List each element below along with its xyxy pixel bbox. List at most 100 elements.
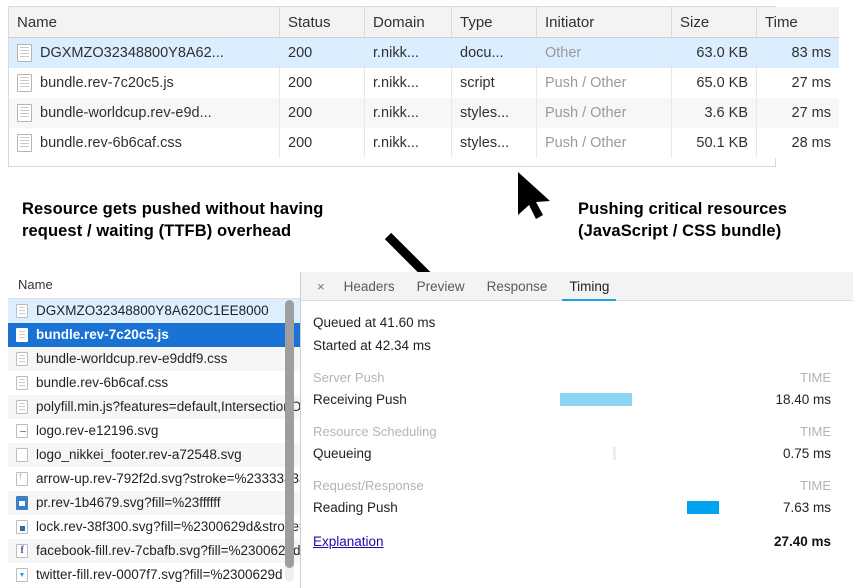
list-item[interactable]: arrow-up.rev-792f2d.svg?stroke=%23333333 (8, 467, 300, 491)
cell-size: 63.0 KB (672, 38, 757, 69)
request-list-pane[interactable]: Name DGXMZO32348800Y8A620C1EE8000 bundle… (8, 272, 301, 588)
arrow-up-icon (16, 472, 28, 486)
timing-bar-reading-push (687, 501, 719, 514)
annotation-left-line1: Resource gets pushed without having (22, 198, 422, 220)
list-item[interactable]: lock.rev-38f300.svg?fill=%2300629d&strok… (8, 515, 300, 539)
list-item[interactable]: bundle-worldcup.rev-e9ddf9.css (8, 347, 300, 371)
table-row[interactable]: bundle-worldcup.rev-e9d... 200 r.nikk...… (9, 98, 839, 128)
column-header-size[interactable]: Size (672, 7, 757, 38)
table-row[interactable]: bundle.rev-7c20c5.js 200 r.nikk... scrip… (9, 68, 839, 98)
explanation-link[interactable]: Explanation (313, 534, 384, 549)
cell-name: DGXMZO32348800Y8A62... (9, 38, 280, 69)
list-item-label: polyfill.min.js?features=default,Interse… (36, 395, 300, 419)
annotation-right: Pushing critical resources (JavaScript /… (578, 198, 858, 243)
column-header-type[interactable]: Type (452, 7, 537, 38)
cell-initiator: Other (537, 38, 672, 69)
cell-domain: r.nikk... (365, 68, 452, 98)
timing-row-label: Receiving Push (313, 392, 461, 407)
request-detail-pane: × Headers Preview Response Timing Queued… (301, 272, 853, 588)
close-icon[interactable]: × (309, 272, 333, 300)
cell-domain: r.nikk... (365, 128, 452, 158)
list-item[interactable]: DGXMZO32348800Y8A620C1EE8000 (8, 299, 300, 323)
list-item-label: facebook-fill.rev-7cbafb.svg?fill=%23006… (36, 539, 300, 563)
document-icon (16, 328, 28, 342)
scrollbar-thumb[interactable] (285, 300, 294, 568)
tab-timing[interactable]: Timing (558, 272, 620, 300)
network-table-header: Name Status Domain Type Initiator Size T… (9, 7, 839, 38)
timing-row-receiving-push: Receiving Push 18.40 ms (313, 388, 831, 411)
cell-initiator: Push / Other (537, 98, 672, 128)
cell-name: bundle.rev-6b6caf.css (9, 128, 280, 158)
list-item-label: DGXMZO32348800Y8A620C1EE8000 (36, 299, 269, 323)
annotation-left: Resource gets pushed without having requ… (22, 198, 422, 243)
annotation-right-line1: Pushing critical resources (578, 198, 858, 220)
list-item[interactable]: pr.rev-1b4679.svg?fill=%23ffffff (8, 491, 300, 515)
cell-name: bundle.rev-7c20c5.js (9, 68, 280, 98)
network-table: Name Status Domain Type Initiator Size T… (9, 7, 839, 158)
document-icon (17, 134, 32, 152)
column-header-time[interactable]: Time (757, 7, 840, 38)
column-header-name[interactable]: Name (9, 7, 280, 38)
timing-total-value: 27.40 ms (751, 534, 831, 549)
timing-row-track (461, 442, 751, 465)
list-item-label: arrow-up.rev-792f2d.svg?stroke=%23333333 (36, 467, 300, 491)
cell-time: 28 ms (757, 128, 840, 158)
document-icon (17, 44, 32, 62)
network-requests-table[interactable]: Name Status Domain Type Initiator Size T… (8, 6, 776, 167)
cell-type: styles... (452, 98, 537, 128)
cell-time: 83 ms (757, 38, 840, 69)
list-item[interactable]: bundle.rev-7c20c5.js (8, 323, 300, 347)
cell-type: docu... (452, 38, 537, 69)
list-item[interactable]: facebook-fill.rev-7cbafb.svg?fill=%23006… (8, 539, 300, 563)
timing-group-time-header: TIME (751, 370, 831, 385)
request-name: DGXMZO32348800Y8A62... (40, 45, 224, 61)
facebook-icon (16, 544, 28, 558)
list-item-label: bundle-worldcup.rev-e9ddf9.css (36, 347, 227, 371)
request-list-header[interactable]: Name (8, 272, 300, 299)
request-list[interactable]: DGXMZO32348800Y8A620C1EE8000 bundle.rev-… (8, 299, 300, 588)
image-blank-icon (16, 448, 28, 462)
table-row[interactable]: bundle.rev-6b6caf.css 200 r.nikk... styl… (9, 128, 839, 158)
table-header-row: Name Status Domain Type Initiator Size T… (9, 7, 839, 38)
request-list-scrollbar[interactable] (285, 300, 294, 582)
cell-name: bundle-worldcup.rev-e9d... (9, 98, 280, 128)
annotation-left-line2: request / waiting (TTFB) overhead (22, 220, 422, 242)
list-item-label: lock.rev-38f300.svg?fill=%2300629d&strok… (36, 515, 300, 539)
cell-domain: r.nikk... (365, 38, 452, 69)
document-icon (17, 74, 32, 92)
timing-row-time: 0.75 ms (751, 446, 831, 461)
pr-icon (16, 496, 28, 510)
cell-type: script (452, 68, 537, 98)
column-header-domain[interactable]: Domain (365, 7, 452, 38)
list-item[interactable]: logo.rev-e12196.svg (8, 419, 300, 443)
document-icon (16, 400, 28, 414)
table-row[interactable]: DGXMZO32348800Y8A62... 200 r.nikk... doc… (9, 38, 839, 69)
list-item[interactable]: logo_nikkei_footer.rev-a72548.svg (8, 443, 300, 467)
timing-group-header-resource-scheduling: Resource Scheduling TIME (313, 420, 831, 442)
list-item[interactable]: twitter-fill.rev-0007f7.svg?fill=%230062… (8, 563, 300, 587)
timing-total-row: Explanation 27.40 ms (313, 530, 831, 553)
timing-group-header-request-response: Request/Response TIME (313, 474, 831, 496)
document-icon (16, 376, 28, 390)
cell-status: 200 (280, 128, 365, 158)
column-header-initiator[interactable]: Initiator (537, 7, 672, 38)
timing-row-queueing: Queueing 0.75 ms (313, 442, 831, 465)
cell-type: styles... (452, 128, 537, 158)
cell-initiator: Push / Other (537, 68, 672, 98)
request-name: bundle.rev-7c20c5.js (40, 75, 174, 91)
tab-response[interactable]: Response (476, 272, 559, 300)
timing-queued-at: Queued at 41.60 ms (313, 311, 853, 334)
tab-preview[interactable]: Preview (406, 272, 476, 300)
list-item-label: pr.rev-1b4679.svg?fill=%23ffffff (36, 491, 221, 515)
mouse-cursor-icon (518, 172, 550, 219)
timing-started-at: Started at 42.34 ms (313, 334, 853, 357)
tab-headers[interactable]: Headers (333, 272, 406, 300)
twitter-icon (16, 568, 28, 582)
list-item[interactable]: bundle.rev-6b6caf.css (8, 371, 300, 395)
list-item[interactable]: polyfill.min.js?features=default,Interse… (8, 395, 300, 419)
request-name: bundle.rev-6b6caf.css (40, 135, 182, 151)
cell-size: 65.0 KB (672, 68, 757, 98)
cell-initiator: Push / Other (537, 128, 672, 158)
column-header-status[interactable]: Status (280, 7, 365, 38)
annotation-right-line2: (JavaScript / CSS bundle) (578, 220, 858, 242)
